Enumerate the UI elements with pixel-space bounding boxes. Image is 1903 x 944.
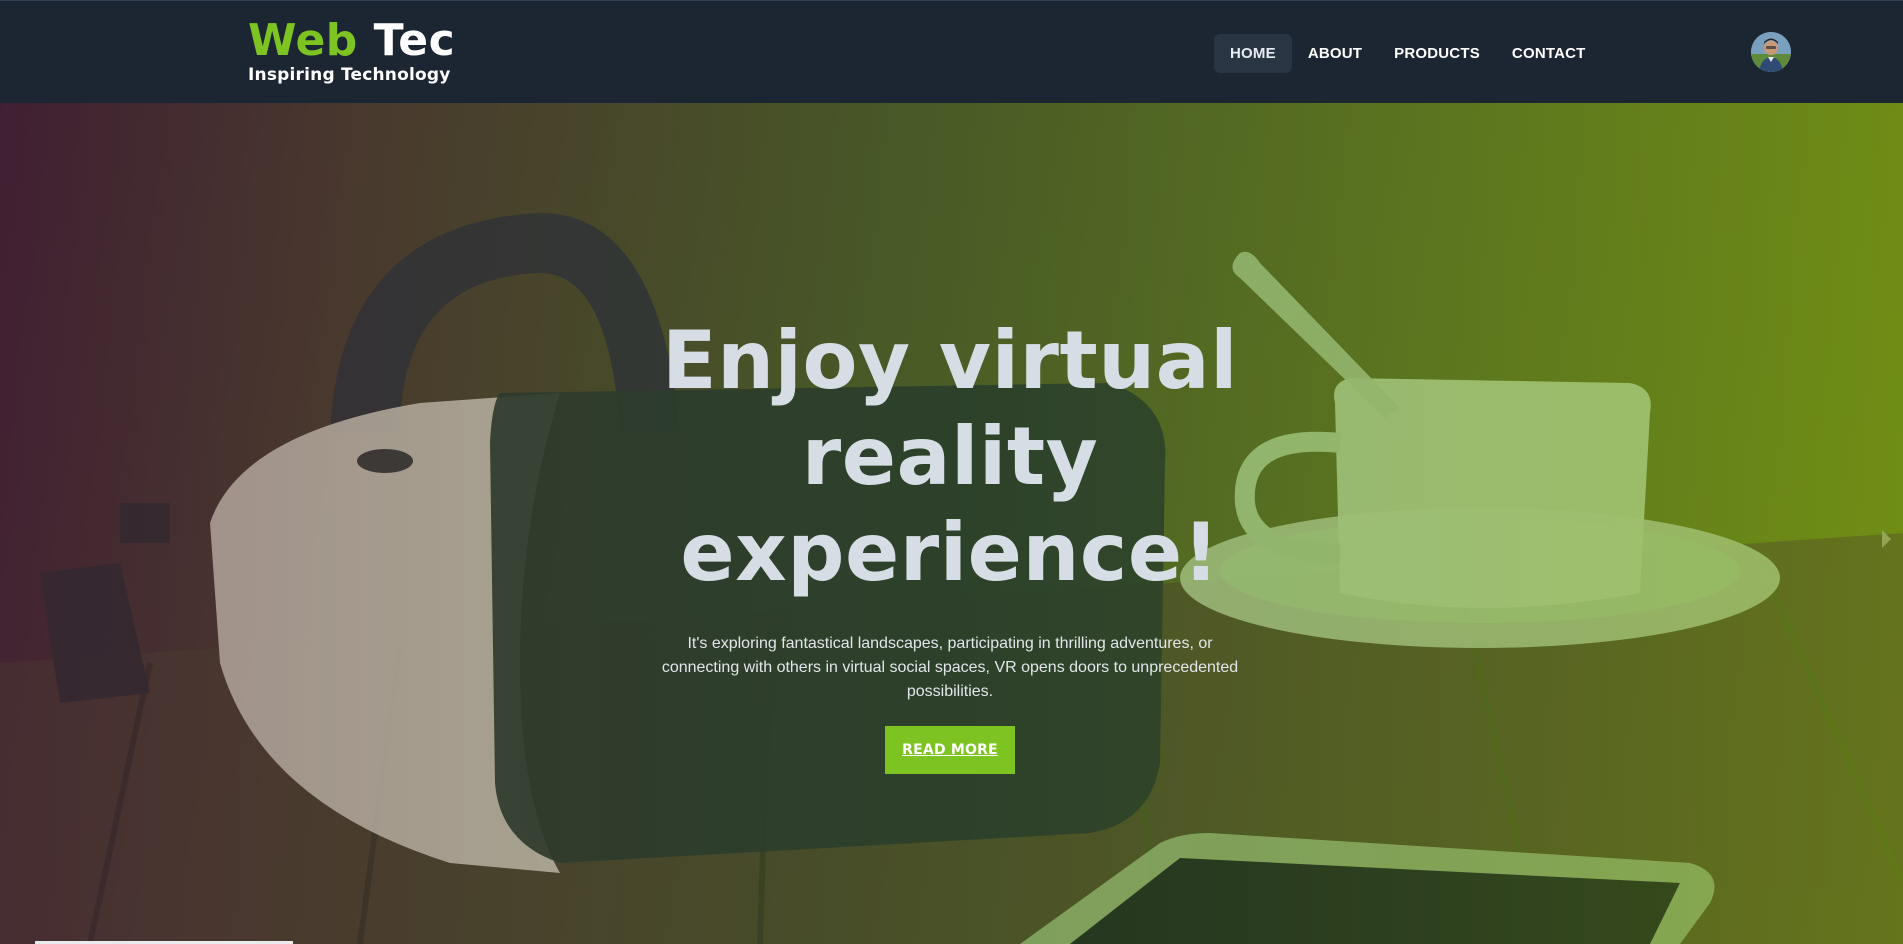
hero-content: Enjoy virtual reality experience! It's e…	[650, 313, 1250, 774]
read-more-button[interactable]: READ MORE	[885, 726, 1015, 774]
logo-tagline: Inspiring Technology	[248, 65, 451, 85]
user-avatar-photo-icon	[1751, 32, 1791, 72]
nav-item-about[interactable]: ABOUT	[1292, 34, 1378, 73]
chevron-right-icon[interactable]	[1882, 530, 1891, 548]
logo-name-part2: Tec	[357, 15, 456, 66]
main-nav: HOME ABOUT PRODUCTS CONTACT	[1214, 34, 1602, 73]
nav-item-products[interactable]: PRODUCTS	[1378, 34, 1496, 73]
nav-item-contact[interactable]: CONTACT	[1496, 34, 1602, 73]
nav-item-home[interactable]: HOME	[1214, 34, 1292, 73]
site-logo[interactable]: Web Tec Inspiring Technology	[248, 17, 455, 86]
user-avatar[interactable]	[1751, 32, 1791, 72]
hero-title: Enjoy virtual reality experience!	[661, 314, 1239, 599]
hero-description: It's exploring fantastical landscapes, p…	[661, 635, 1239, 700]
hero-banner: Enjoy virtual reality experience! It's e…	[0, 103, 1903, 944]
logo-name-part1: Web	[248, 15, 358, 66]
logo-title: Web Tec	[248, 17, 455, 65]
top-navbar: Web Tec Inspiring Technology HOME ABOUT …	[0, 0, 1903, 103]
